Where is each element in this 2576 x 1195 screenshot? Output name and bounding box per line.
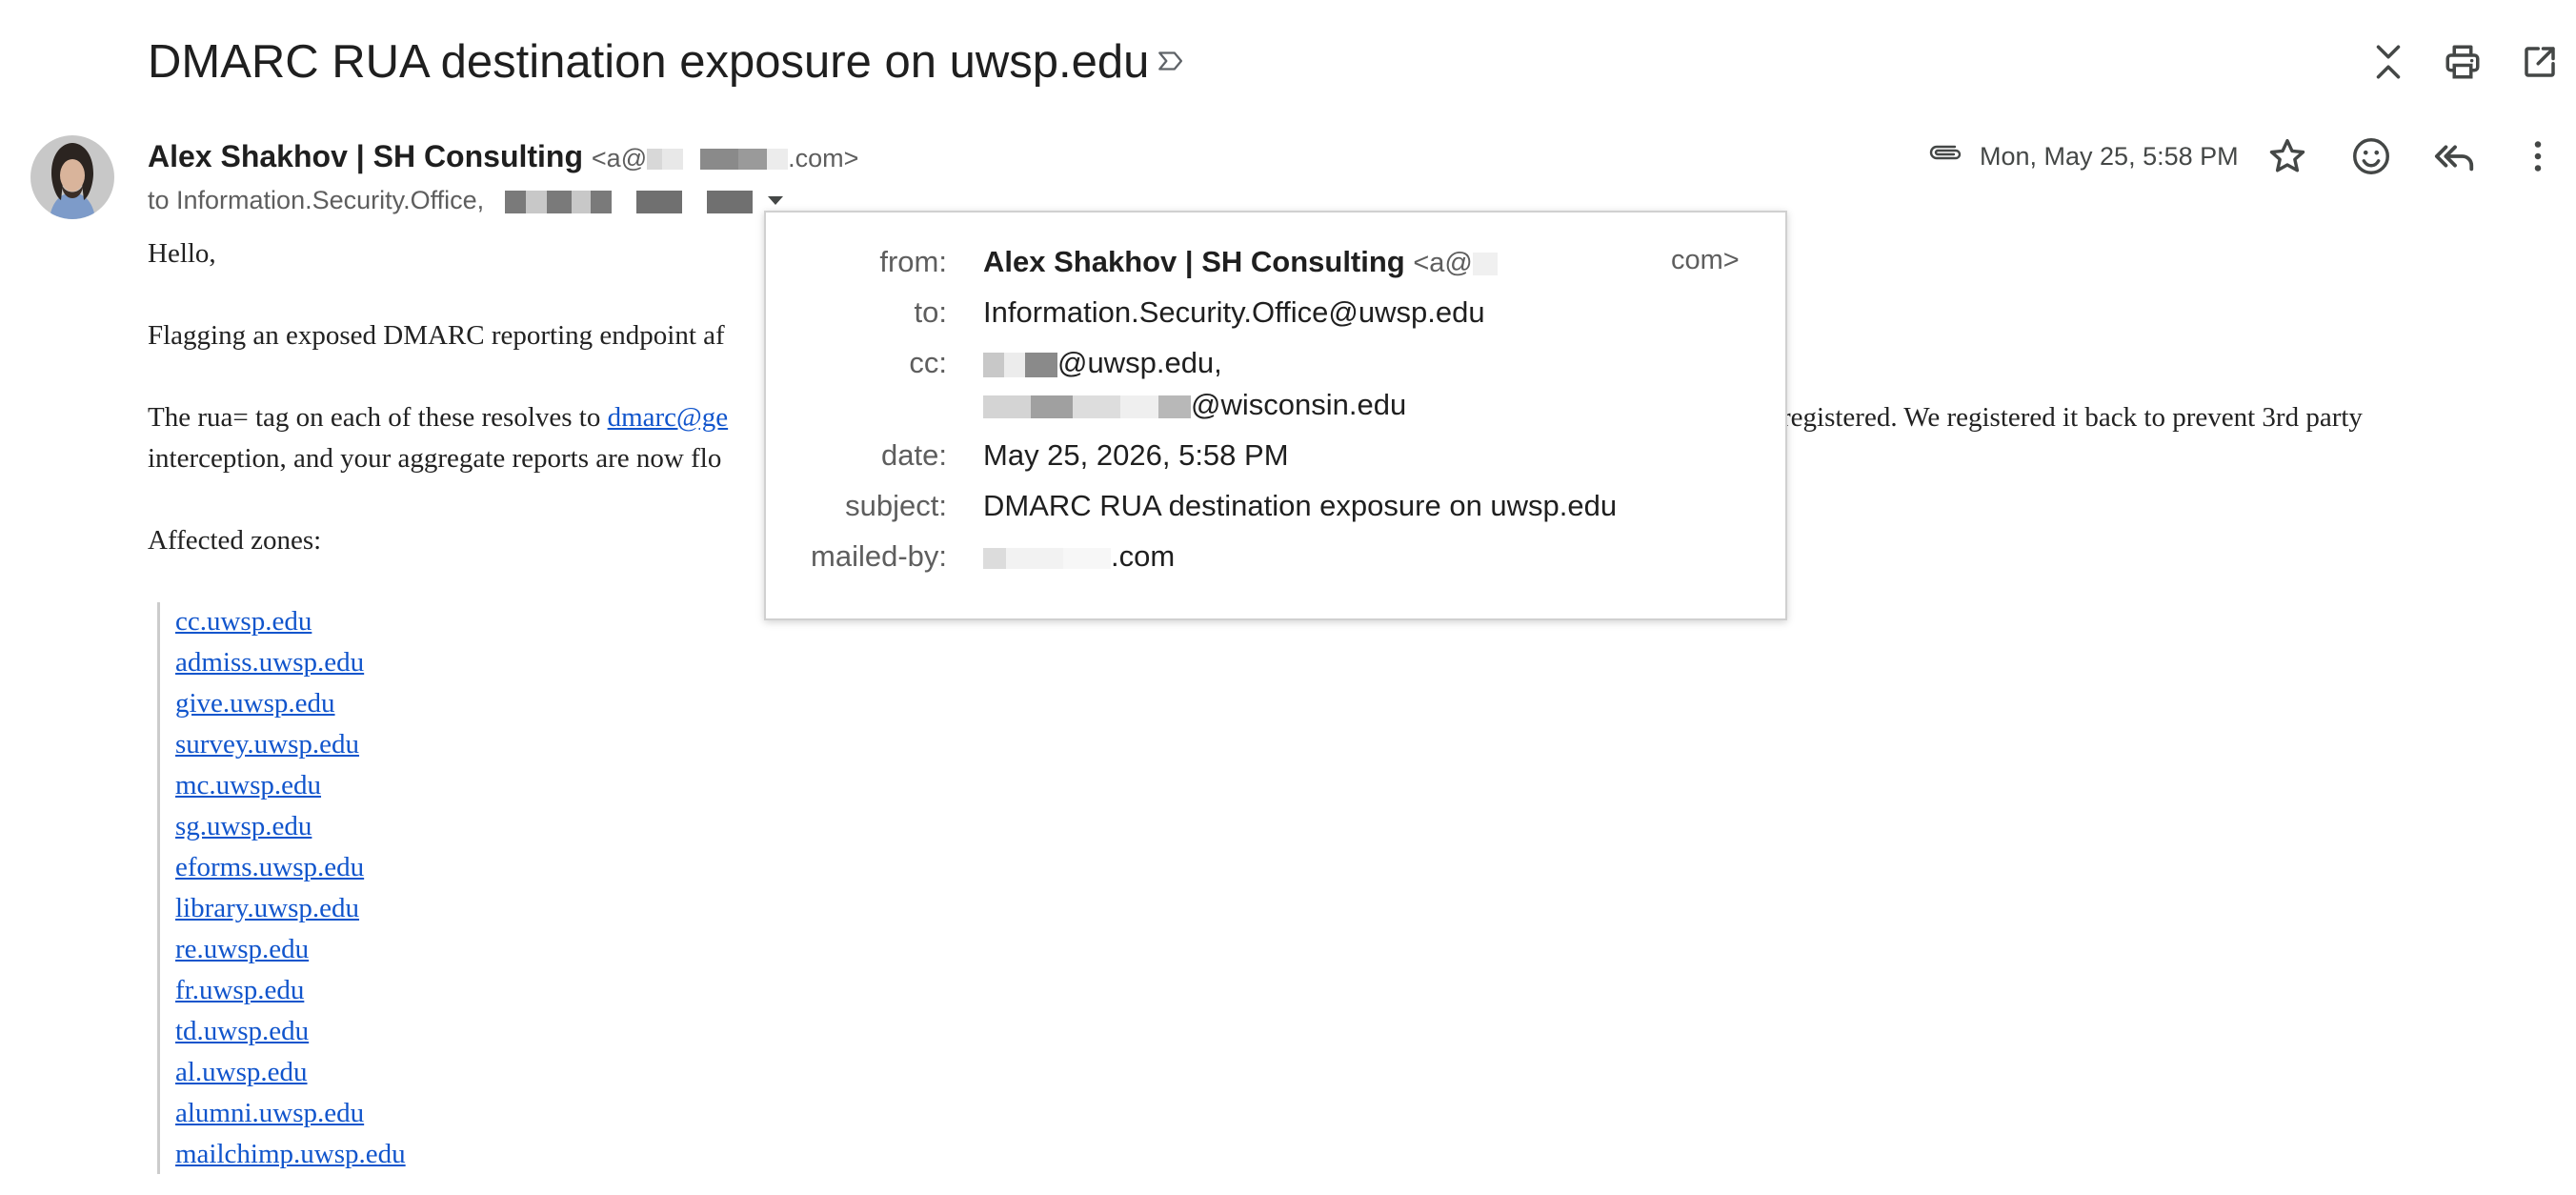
popup-from-name: Alex Shakhov | SH Consulting	[983, 245, 1405, 278]
popup-cc-text-1: @uwsp.edu,	[1057, 346, 1222, 379]
dmarc-address-link[interactable]: dmarc@ge	[608, 402, 729, 433]
body-line-2-start: The rua= tag on each of these resolves t…	[148, 402, 608, 433]
zone-link[interactable]: al.uwsp.edu	[175, 1057, 308, 1088]
body-line-3: interception, and your aggregate reports…	[148, 443, 722, 474]
caret-down-icon[interactable]	[762, 189, 789, 212]
popup-from-email-end: com>	[1671, 245, 1740, 275]
redacted-block	[1004, 352, 1025, 377]
popup-from-label: from:	[879, 245, 947, 278]
redacted-block	[1006, 547, 1063, 569]
redacted-block	[525, 190, 547, 213]
print-icon[interactable]	[2443, 42, 2483, 82]
redacted-block	[1073, 395, 1120, 418]
reply-all-icon[interactable]	[2433, 134, 2477, 178]
popup-cc-value-1: @uwsp.edu,	[983, 346, 1222, 380]
label-outline-icon[interactable]	[1156, 45, 1188, 77]
affected-zones-label: Affected zones:	[148, 525, 322, 556]
redacted-block	[1472, 252, 1498, 275]
redacted-block	[700, 148, 739, 170]
zone-link[interactable]: sg.uwsp.edu	[175, 811, 312, 842]
redacted-block	[706, 190, 753, 213]
redacted-block	[681, 190, 707, 213]
redacted-block	[767, 148, 789, 170]
popup-to-value: Information.Security.Office@uwsp.edu	[983, 295, 1485, 329]
sender-email-start: <a@	[591, 144, 648, 172]
redacted-block	[546, 190, 572, 213]
zone-link[interactable]: mailchimp.uwsp.edu	[175, 1139, 406, 1170]
zone-link[interactable]: alumni.uwsp.edu	[175, 1098, 364, 1129]
redacted-block	[983, 395, 1031, 418]
zone-link[interactable]: cc.uwsp.edu	[175, 606, 312, 638]
zone-link[interactable]: admiss.uwsp.edu	[175, 647, 364, 679]
zone-link[interactable]: mc.uwsp.edu	[175, 770, 321, 801]
popup-mailed-by-text: .com	[1111, 539, 1176, 573]
avatar[interactable]	[30, 135, 114, 219]
popup-from-value: Alex Shakhov | SH Consulting <a@	[983, 245, 1498, 279]
redacted-block	[738, 148, 768, 170]
body-line-2-end: registered. We registered it back to pre…	[1781, 402, 2363, 433]
more-options-icon[interactable]	[2516, 134, 2560, 178]
zone-link[interactable]: fr.uwsp.edu	[175, 975, 304, 1006]
zone-link[interactable]: re.uwsp.edu	[175, 934, 309, 965]
zone-link[interactable]: survey.uwsp.edu	[175, 729, 359, 760]
zone-link[interactable]: give.uwsp.edu	[175, 688, 335, 719]
popup-mailed-by-value: .com	[983, 539, 1175, 574]
popup-subject-value: DMARC RUA destination exposure on uwsp.e…	[983, 489, 1618, 522]
zone-link[interactable]: eforms.uwsp.edu	[175, 852, 364, 883]
body-greeting: Hello,	[148, 238, 216, 269]
zone-link[interactable]: td.uwsp.edu	[175, 1016, 309, 1047]
redacted-block	[662, 148, 684, 170]
redacted-block	[590, 190, 612, 213]
popup-mailed-by-label: mailed-by:	[811, 539, 947, 573]
redacted-block	[647, 148, 663, 170]
popup-cc-text-2: @wisconsin.edu	[1191, 388, 1407, 421]
redacted-block	[504, 190, 526, 213]
collapse-all-icon[interactable]	[2368, 42, 2408, 82]
star-icon[interactable]	[2265, 134, 2309, 178]
sender-email-end: .com>	[788, 144, 859, 172]
popup-cc-label: cc:	[909, 346, 947, 379]
zone-link[interactable]: library.uwsp.edu	[175, 893, 359, 924]
redacted-block	[1158, 395, 1191, 418]
message-details-popup: from: Alex Shakhov | SH Consulting <a@ c…	[764, 211, 1787, 620]
popup-date-label: date:	[881, 438, 947, 472]
sender-line: Alex Shakhov | SH Consulting <a@ .com>	[148, 133, 858, 179]
popup-cc-value-2: @wisconsin.edu	[983, 388, 1406, 422]
redacted-block	[1031, 395, 1073, 418]
popup-from-email-start: <a@	[1413, 248, 1473, 278]
recipients-line: to Information.Security.Office,	[148, 181, 753, 219]
redacted-block	[611, 190, 636, 213]
email-subject: DMARC RUA destination exposure on uwsp.e…	[148, 36, 1150, 88]
popup-to-label: to:	[914, 295, 947, 329]
redacted-block	[983, 352, 1004, 377]
body-line-1: Flagging an exposed DMARC reporting endp…	[148, 320, 725, 351]
quote-bar	[157, 602, 160, 1174]
body-line-2: The rua= tag on each of these resolves t…	[148, 402, 728, 434]
redacted-block	[1120, 395, 1158, 418]
popup-subject-label: subject:	[845, 489, 947, 522]
popup-date-value: May 25, 2026, 5:58 PM	[983, 438, 1289, 472]
attachment-icon	[1929, 145, 1962, 160]
redacted-block	[571, 190, 591, 213]
recipients-label: to Information.Security.Office,	[148, 186, 485, 214]
redacted-block	[983, 547, 1006, 569]
open-in-new-window-icon[interactable]	[2520, 42, 2560, 82]
emoji-reaction-icon[interactable]	[2349, 134, 2393, 178]
message-date: Mon, May 25, 5:58 PM	[1980, 142, 2239, 171]
redacted-block	[1025, 352, 1057, 377]
sender-name[interactable]: Alex Shakhov | SH Consulting	[148, 139, 583, 173]
redacted-block	[635, 190, 682, 213]
redacted-block	[1063, 547, 1111, 569]
